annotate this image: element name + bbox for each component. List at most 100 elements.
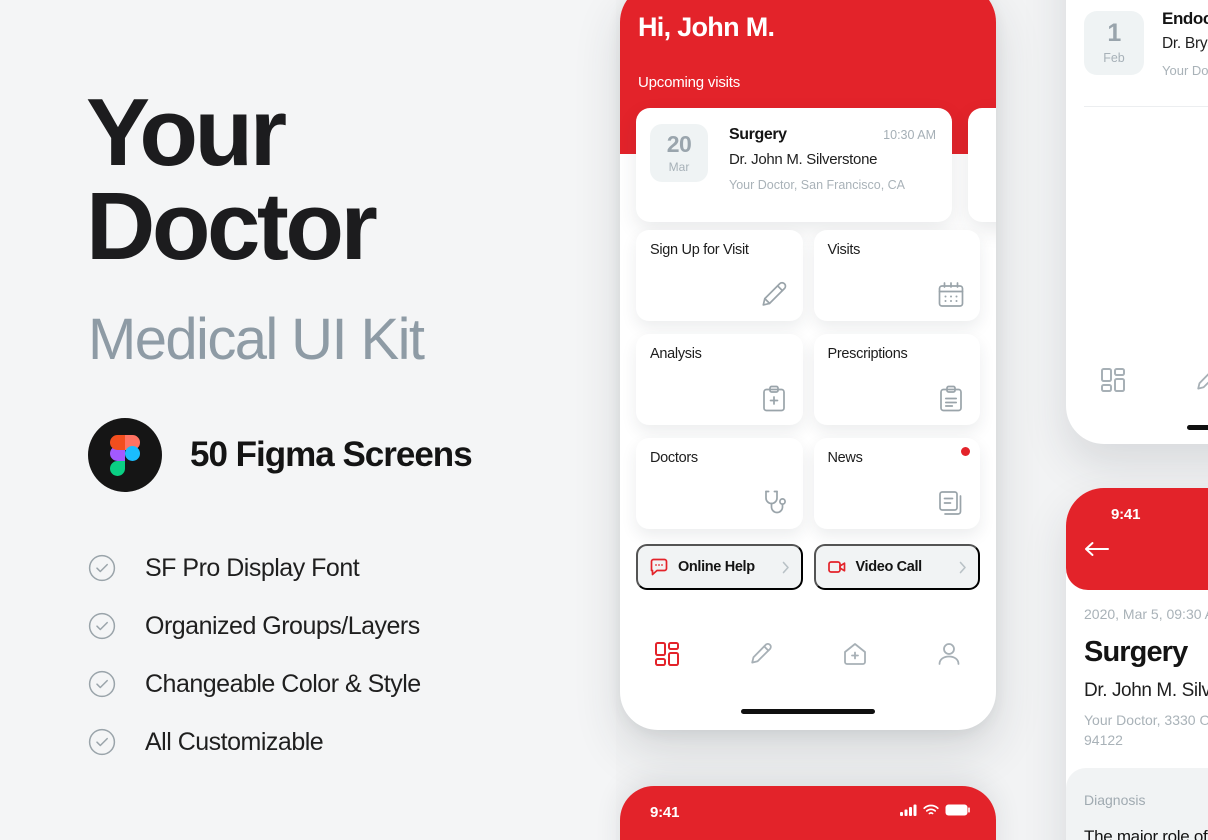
visit-address: Your Doctor, 3330 Ortega St, San Francis… <box>1084 712 1208 748</box>
visit-month: Mar <box>668 159 690 174</box>
status-bar-clock: 9:41 <box>1111 506 1141 523</box>
phone-visits-list-screen: 27 Feb General Checkup Dr. Jessica Moore… <box>1066 0 1208 444</box>
chevron-right-icon <box>782 561 790 574</box>
feature-label: All Customizable <box>145 727 324 756</box>
visit-doctor: Dr. John M. Silverstone <box>729 151 878 168</box>
tile-news[interactable]: News <box>813 438 980 529</box>
documents-icon <box>934 486 968 520</box>
tab-sign-up[interactable] <box>714 624 808 688</box>
table-row[interactable]: 1 Feb Endocrinologist Dr. Bryan Stone Yo… <box>1084 0 1208 106</box>
feature-label: Organized Groups/Layers <box>145 611 420 640</box>
diagnosis-label: Diagnosis <box>1084 792 1146 808</box>
page-title: Your Doctor <box>86 79 378 281</box>
visit-date-chip: 1 Feb <box>1084 11 1144 75</box>
visit-card[interactable]: 20 Mar Surgery 10:30 AM Dr. John M. Silv… <box>636 108 952 222</box>
dashboard-icon <box>653 640 681 673</box>
bottom-tab-bar <box>620 624 996 688</box>
tile-visits[interactable]: Visits <box>813 230 980 321</box>
tab-dashboard[interactable] <box>620 624 714 688</box>
upcoming-visits-label: Upcoming visits <box>638 74 741 91</box>
home-indicator <box>741 709 875 714</box>
tile-label: Visits <box>827 242 861 258</box>
phone-home-screen: Hi, John M. Upcoming visits 20 Mar Surge… <box>620 0 996 730</box>
home-indicator <box>1187 425 1208 430</box>
pencil-icon <box>747 640 775 673</box>
tile-analysis[interactable]: Analysis <box>636 334 803 425</box>
visit-title: Surgery <box>1084 636 1188 668</box>
chat-bubble-icon <box>649 557 669 577</box>
clipboard-lines-icon <box>934 382 968 416</box>
screenshot-canvas: Your Doctor Medical UI Kit 50 Figma Scre… <box>0 0 1208 840</box>
tab-home-plus[interactable] <box>808 624 902 688</box>
visit-time: 10:30 AM <box>883 128 936 142</box>
promo-panel: Your Doctor Medical UI Kit 50 Figma Scre… <box>0 0 616 840</box>
person-icon <box>935 640 963 673</box>
stethoscope-icon <box>757 486 791 520</box>
feature-list: SF Pro Display Font Organized Groups/Lay… <box>88 548 421 762</box>
online-help-button[interactable]: Online Help <box>636 544 803 590</box>
visit-location: Your Doctor, San Francisco, CA <box>1162 63 1208 78</box>
status-bar-icons <box>900 803 970 821</box>
tile-label: Sign Up for Visit <box>650 242 749 258</box>
diagnosis-card: Diagnosis The major role of surgery <box>1066 768 1208 840</box>
feature-tile-grid: Sign Up for Visit Visits Analysis Prescr… <box>636 230 980 529</box>
figma-logo-icon <box>88 418 162 492</box>
figma-screens-row: 50 Figma Screens <box>88 418 473 492</box>
tile-sign-up-for-visit[interactable]: Sign Up for Visit <box>636 230 803 321</box>
list-item: SF Pro Display Font <box>88 548 421 588</box>
visit-card-next-peek[interactable] <box>968 108 996 222</box>
figma-screens-label: 50 Figma Screens <box>190 435 473 474</box>
check-circle-icon <box>88 612 116 640</box>
list-item: All Customizable <box>88 722 421 762</box>
video-camera-icon <box>827 557 847 577</box>
tile-label: Prescriptions <box>827 346 908 362</box>
tile-doctors[interactable]: Doctors <box>636 438 803 529</box>
visit-doctor: Dr. John M. Silverstone <box>1084 680 1208 701</box>
page-subtitle: Medical UI Kit <box>88 307 425 372</box>
check-circle-icon <box>88 554 116 582</box>
status-badge <box>961 447 970 456</box>
phone-visit-detail-screen: 9:41 2020, Mar 5, 09:30 AM Surgery Dr. J… <box>1066 488 1208 840</box>
list-item: Organized Groups/Layers <box>88 606 421 646</box>
home-plus-icon <box>841 640 869 673</box>
check-circle-icon <box>88 728 116 756</box>
tab-sign-up[interactable] <box>1160 350 1208 414</box>
check-circle-icon <box>88 670 116 698</box>
tile-label: News <box>827 450 863 466</box>
video-call-button[interactable]: Video Call <box>813 544 980 590</box>
feature-label: Changeable Color & Style <box>145 669 421 698</box>
tab-dashboard[interactable] <box>1066 350 1160 414</box>
arrow-left-icon[interactable] <box>1084 540 1110 558</box>
visit-day: 1 <box>1107 19 1121 47</box>
action-label: Video Call <box>855 559 923 575</box>
tile-prescriptions[interactable]: Prescriptions <box>813 334 980 425</box>
status-bar-clock: 9:41 <box>650 804 680 821</box>
pencil-icon <box>1193 366 1208 399</box>
table-row-divider <box>1084 106 1208 107</box>
tile-label: Analysis <box>650 346 702 362</box>
tile-label: Doctors <box>650 450 698 466</box>
upcoming-visits-carousel[interactable]: 20 Mar Surgery 10:30 AM Dr. John M. Silv… <box>620 108 996 222</box>
feature-label: SF Pro Display Font <box>145 553 360 582</box>
phone-partial-screen: 9:41 <box>620 786 996 840</box>
visit-month: Feb <box>1103 51 1125 65</box>
greeting-text: Hi, John M. <box>638 12 775 42</box>
diagnosis-text: The major role of surgery <box>1084 827 1208 840</box>
visit-title: Endocrinologist <box>1162 9 1208 28</box>
tab-profile[interactable] <box>902 624 996 688</box>
calendar-icon <box>934 278 968 312</box>
visit-day: 20 <box>666 130 692 157</box>
action-label: Online Help <box>678 559 755 575</box>
chevron-right-icon <box>959 561 967 574</box>
bottom-tab-bar <box>1066 350 1208 414</box>
visit-doctor: Dr. Bryan Stone <box>1162 35 1208 52</box>
quick-action-row: Online Help Video Call <box>636 544 980 590</box>
detail-hero-banner <box>1066 488 1208 590</box>
list-item: Changeable Color & Style <box>88 664 421 704</box>
wifi-icon <box>923 803 939 821</box>
clipboard-plus-icon <box>757 382 791 416</box>
visit-date-chip: 20 Mar <box>650 124 708 182</box>
visit-datetime: 2020, Mar 5, 09:30 AM <box>1084 606 1208 622</box>
battery-icon <box>945 803 970 821</box>
pencil-icon <box>757 278 791 312</box>
